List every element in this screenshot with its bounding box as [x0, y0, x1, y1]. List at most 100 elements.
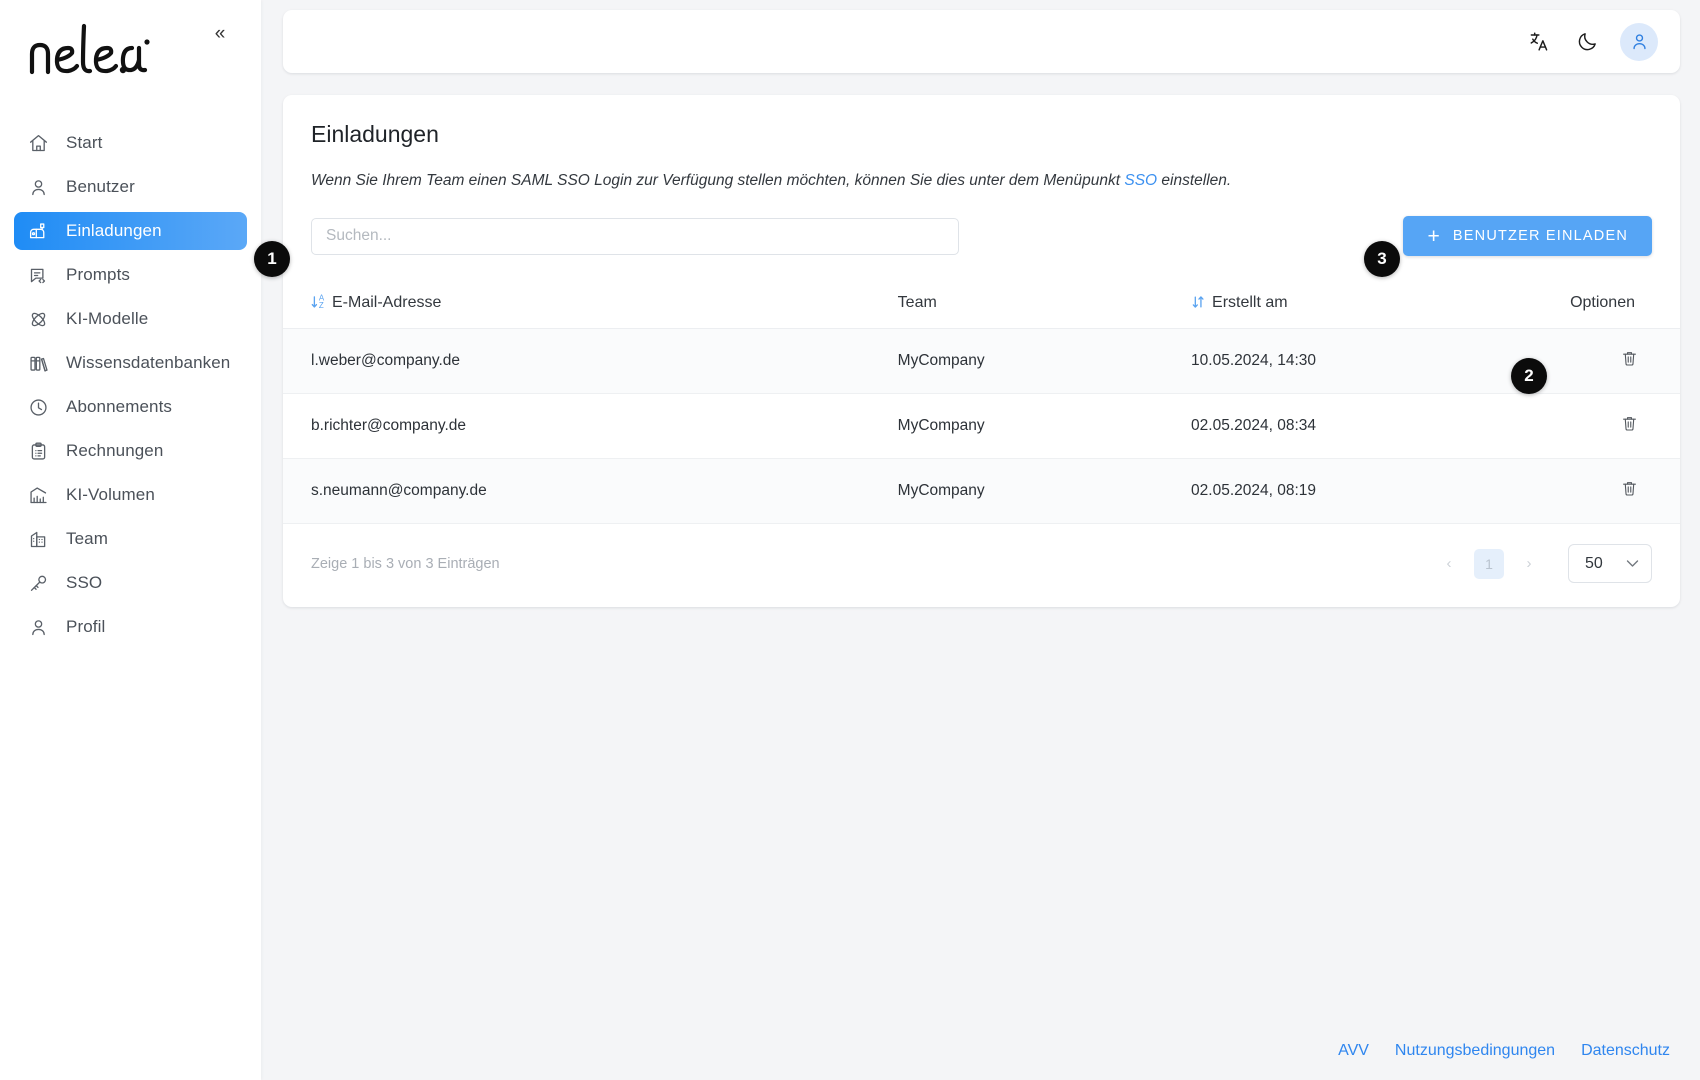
invitations-card: Einladungen Wenn Sie Ihrem Team einen SA… — [283, 95, 1680, 607]
sidebar-item-team[interactable]: Team — [14, 520, 247, 558]
pagination-summary: Zeige 1 bis 3 von 3 Einträgen — [311, 555, 500, 572]
chevron-down-icon — [1626, 557, 1639, 571]
sort-updown-icon — [1191, 294, 1206, 310]
table-body: l.weber@company.de MyCompany 10.05.2024,… — [283, 328, 1680, 524]
key-icon — [28, 573, 49, 594]
svg-text:Z: Z — [319, 301, 324, 310]
table-head: A Z E-Mail-Adresse Team Erstellt am Opti… — [283, 280, 1680, 329]
annotation-badge-3: 3 — [1364, 241, 1400, 277]
user-icon — [28, 617, 49, 638]
clipboard-icon — [28, 441, 49, 462]
top-bar — [283, 10, 1680, 73]
cell-options — [1498, 458, 1680, 524]
cell-email: l.weber@company.de — [283, 328, 898, 394]
moon-icon[interactable] — [1572, 27, 1602, 57]
cell-email: b.richter@company.de — [283, 393, 898, 459]
main-area: Einladungen Wenn Sie Ihrem Team einen SA… — [261, 0, 1700, 1080]
app-root: « Start Benutzer Einladungen Prompts KI-… — [0, 0, 1700, 1080]
sidebar-header: « — [0, 0, 261, 118]
column-header-email[interactable]: A Z E-Mail-Adresse — [283, 280, 898, 329]
sso-link[interactable]: SSO — [1124, 172, 1157, 189]
sidebar-item-wissensdatenbanken[interactable]: Wissensdatenbanken — [14, 344, 247, 382]
cell-team: MyCompany — [897, 458, 1192, 524]
building-icon — [28, 529, 49, 550]
sidebar-item-einladungen[interactable]: Einladungen — [14, 212, 247, 250]
app-logo[interactable] — [24, 14, 154, 86]
column-header-team[interactable]: Team — [897, 280, 1192, 329]
footer-link-avv[interactable]: AVV — [1338, 1042, 1369, 1060]
sidebar-item-sso[interactable]: SSO — [14, 564, 247, 602]
sidebar-item-label: Einladungen — [66, 221, 162, 240]
cell-email: s.neumann@company.de — [283, 458, 898, 524]
sidebar-item-label: Wissensdatenbanken — [66, 353, 231, 372]
pagination-page-1[interactable]: 1 — [1474, 548, 1504, 579]
trash-icon[interactable] — [1620, 414, 1642, 436]
column-header-options: Optionen — [1498, 280, 1680, 329]
column-header-team-label: Team — [897, 294, 937, 311]
footer-links: AVV Nutzungsbedingungen Datenschutz — [1338, 1042, 1670, 1060]
sidebar-item-ki-modelle[interactable]: KI-Modelle — [14, 300, 247, 338]
sidebar-item-label: KI-Volumen — [66, 485, 155, 504]
sidebar-collapse-icon[interactable]: « — [207, 20, 233, 46]
chart-icon — [28, 485, 49, 506]
description-text-after: einstellen. — [1157, 172, 1232, 189]
sidebar-item-label: Prompts — [66, 265, 130, 284]
page-title: Einladungen — [311, 121, 439, 147]
user-avatar[interactable] — [1620, 22, 1658, 61]
sidebar: « Start Benutzer Einladungen Prompts KI-… — [0, 0, 261, 1080]
per-page-select[interactable]: 50 — [1568, 544, 1652, 583]
message-code-icon — [28, 265, 49, 286]
pagination-prev-button[interactable]: ‹ — [1434, 549, 1464, 579]
sidebar-item-label: Profil — [66, 617, 106, 636]
sidebar-item-abonnements[interactable]: Abonnements — [14, 388, 247, 426]
description-text-before: Wenn Sie Ihrem Team einen SAML SSO Login… — [311, 172, 1125, 189]
sidebar-item-prompts[interactable]: Prompts — [14, 256, 247, 294]
table-toolbar: + BENUTZER EINLADEN — [311, 216, 1652, 256]
sidebar-item-label: Team — [66, 529, 108, 548]
annotation-badge-2: 2 — [1511, 358, 1547, 394]
trash-icon[interactable] — [1620, 349, 1642, 371]
search-input[interactable] — [311, 217, 959, 255]
sidebar-item-label: Start — [66, 133, 103, 152]
pagination-controls: ‹ 1 › 50 — [1434, 544, 1652, 583]
sidebar-item-label: Rechnungen — [66, 441, 164, 460]
annotation-badge-1: 1 — [254, 241, 290, 277]
table-row[interactable]: l.weber@company.de MyCompany 10.05.2024,… — [283, 328, 1680, 394]
cell-team: MyCompany — [897, 393, 1192, 459]
mailbox-icon — [28, 221, 49, 242]
clock-icon — [28, 397, 49, 418]
sort-az-icon: A Z — [311, 294, 326, 310]
cell-created: 02.05.2024, 08:34 — [1191, 393, 1499, 459]
cell-created: 10.05.2024, 14:30 — [1191, 328, 1499, 394]
sidebar-item-start[interactable]: Start — [14, 124, 247, 162]
translate-icon[interactable] — [1524, 27, 1554, 57]
pagination-next-button[interactable]: › — [1514, 549, 1544, 579]
sidebar-item-ki-volumen[interactable]: KI-Volumen — [14, 476, 247, 514]
invite-user-button[interactable]: + BENUTZER EINLADEN — [1403, 216, 1652, 256]
trash-icon[interactable] — [1620, 479, 1642, 501]
column-header-created[interactable]: Erstellt am — [1191, 280, 1499, 329]
page-description: Wenn Sie Ihrem Team einen SAML SSO Login… — [311, 172, 1652, 190]
sidebar-item-label: SSO — [66, 573, 103, 592]
cell-created: 02.05.2024, 08:19 — [1191, 458, 1499, 524]
footer-link-datenschutz[interactable]: Datenschutz — [1581, 1042, 1670, 1060]
sidebar-item-profil[interactable]: Profil — [14, 608, 247, 646]
table-row[interactable]: b.richter@company.de MyCompany 02.05.202… — [283, 393, 1680, 459]
books-icon — [28, 353, 49, 374]
table-row[interactable]: s.neumann@company.de MyCompany 02.05.202… — [283, 458, 1680, 524]
invite-user-button-label: BENUTZER EINLADEN — [1452, 228, 1628, 244]
sidebar-item-label: KI-Modelle — [66, 309, 149, 328]
column-header-options-label: Optionen — [1570, 294, 1635, 311]
home-icon — [28, 133, 49, 154]
sidebar-item-label: Benutzer — [66, 177, 135, 196]
column-header-created-label: Erstellt am — [1212, 294, 1288, 311]
sidebar-nav: Start Benutzer Einladungen Prompts KI-Mo… — [0, 124, 261, 646]
user-icon — [28, 177, 49, 198]
invitations-table: A Z E-Mail-Adresse Team Erstellt am Opti… — [283, 280, 1680, 524]
sidebar-item-label: Abonnements — [66, 397, 173, 416]
per-page-value: 50 — [1585, 554, 1603, 572]
footer-link-nutzungsbedingungen[interactable]: Nutzungsbedingungen — [1395, 1042, 1555, 1060]
sidebar-item-benutzer[interactable]: Benutzer — [14, 168, 247, 206]
sidebar-item-rechnungen[interactable]: Rechnungen — [14, 432, 247, 470]
table-footer: Zeige 1 bis 3 von 3 Einträgen ‹ 1 › 50 — [283, 524, 1680, 607]
